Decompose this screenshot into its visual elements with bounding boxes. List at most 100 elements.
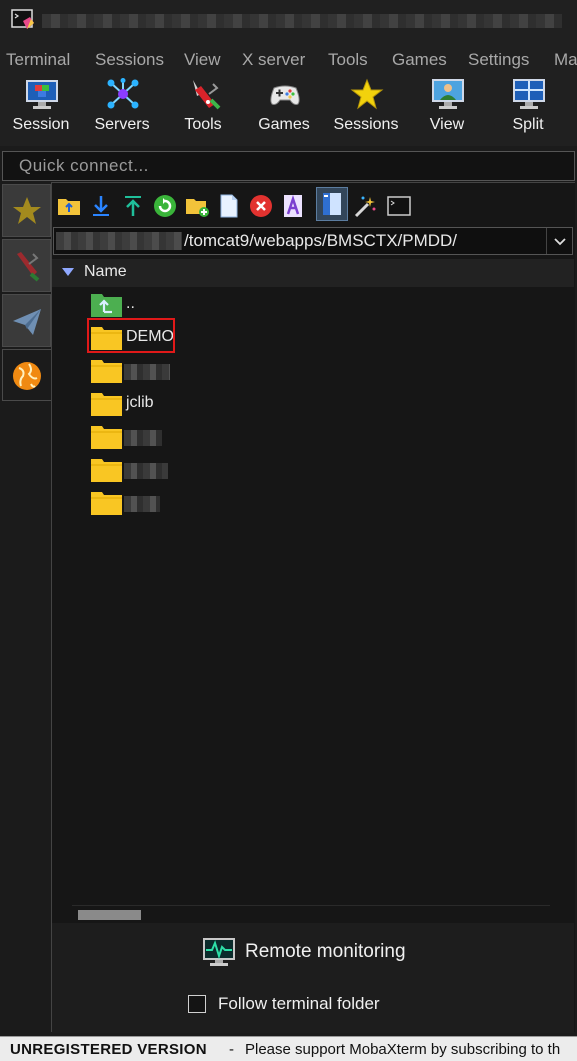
- unregistered-version-text[interactable]: UNREGISTERED VERSION: [10, 1041, 207, 1058]
- list-item-jclib[interactable]: jclib: [90, 387, 390, 419]
- tab-sftp[interactable]: [2, 349, 51, 401]
- view-icon: [432, 79, 464, 109]
- games-label: Games: [258, 116, 310, 133]
- tools-label: Tools: [184, 116, 222, 133]
- tools-icon: [193, 80, 221, 110]
- gamepad-icon: [270, 85, 300, 105]
- refresh-icon: [154, 195, 176, 217]
- list-item-parent[interactable]: ..: [90, 288, 390, 320]
- sessions-label: Sessions: [333, 116, 399, 133]
- folder-icon: [91, 426, 122, 449]
- status-bar: UNREGISTERED VERSION - Please support Mo…: [0, 1036, 577, 1061]
- session-label: Session: [12, 116, 70, 133]
- parent-directory-button[interactable]: [56, 193, 82, 219]
- upload-button[interactable]: [120, 193, 146, 219]
- support-message[interactable]: Please support MobaXterm by subscribing …: [245, 1041, 560, 1058]
- panel-icon: [323, 193, 341, 215]
- path-field[interactable]: /tomcat9/webapps/BMSCTX/PMDD/: [53, 227, 573, 255]
- download-icon: [93, 196, 109, 216]
- tools-icon: [17, 252, 40, 282]
- window-title-redacted: [42, 14, 562, 28]
- paper-plane-icon: [13, 309, 41, 335]
- folder-name: jclib: [126, 394, 154, 411]
- scrollbar-thumb[interactable]: [78, 910, 141, 920]
- star-icon: [350, 78, 384, 110]
- servers-label: Servers: [94, 116, 150, 133]
- folder-icon: [91, 492, 122, 515]
- magic-wand-icon: [354, 196, 376, 218]
- folder-name-redacted: [124, 364, 170, 380]
- folder-name-redacted: [124, 463, 168, 479]
- parent-label: ..: [126, 295, 135, 312]
- menu-view[interactable]: View: [184, 50, 221, 70]
- menu-games[interactable]: Games: [392, 50, 447, 70]
- horizontal-scrollbar[interactable]: [72, 905, 550, 920]
- toggle-panel-button[interactable]: [316, 187, 348, 221]
- globe-icon: [13, 362, 41, 390]
- refresh-button[interactable]: [152, 193, 178, 219]
- session-button[interactable]: Session: [1, 74, 81, 144]
- sort-descending-icon: [62, 268, 74, 276]
- new-file-button[interactable]: [216, 193, 242, 219]
- split-icon: [513, 79, 545, 109]
- list-item-redacted[interactable]: [90, 354, 390, 386]
- session-icon: [26, 80, 58, 109]
- status-separator: -: [229, 1041, 234, 1058]
- download-button[interactable]: [88, 193, 114, 219]
- path-prefix-redacted: [56, 232, 182, 250]
- name-column-header[interactable]: Name: [52, 259, 574, 287]
- new-folder-button[interactable]: [184, 193, 210, 219]
- panel-footer: Remote monitoring Follow terminal folder: [52, 923, 574, 1033]
- main-toolbar: Session Servers Tools Games Sessions Vie…: [0, 74, 577, 146]
- view-label: View: [429, 116, 465, 133]
- folder-name-redacted: [124, 430, 162, 446]
- star-icon: [13, 197, 41, 224]
- servers-icon: [107, 78, 139, 109]
- folder-name-redacted: [124, 496, 160, 512]
- chevron-down-icon: [554, 238, 566, 246]
- new-file-icon: [220, 194, 238, 218]
- menu-macros[interactable]: Ma: [554, 50, 577, 70]
- split-label: Split: [512, 116, 544, 133]
- list-item-redacted[interactable]: [90, 486, 390, 518]
- sftp-panel: /tomcat9/webapps/BMSCTX/PMDD/ Name .. DE…: [51, 182, 575, 1033]
- folder-icon: [91, 459, 122, 482]
- folder-up-icon: [58, 199, 80, 215]
- folder-icon: [91, 393, 122, 416]
- tab-tools[interactable]: [2, 239, 51, 292]
- delete-button[interactable]: [248, 193, 274, 219]
- menu-x-server[interactable]: X server: [242, 50, 305, 70]
- menu-bar: Terminal Sessions View X server Tools Ga…: [0, 44, 577, 74]
- terminal-icon: [387, 196, 411, 216]
- menu-settings[interactable]: Settings: [468, 50, 529, 70]
- games-button[interactable]: Games: [244, 74, 324, 144]
- follow-terminal-checkbox[interactable]: [188, 995, 206, 1013]
- sessions-button[interactable]: Sessions: [326, 74, 406, 144]
- list-item-redacted[interactable]: [90, 453, 390, 485]
- parent-folder-icon: [91, 294, 122, 317]
- rename-button[interactable]: [280, 193, 306, 219]
- view-button[interactable]: View: [407, 74, 487, 144]
- open-with-button[interactable]: [352, 193, 378, 219]
- list-item-redacted[interactable]: [90, 420, 390, 452]
- menu-sessions[interactable]: Sessions: [95, 50, 164, 70]
- quick-connect-input[interactable]: Quick connect...: [2, 151, 575, 181]
- tab-macros[interactable]: [2, 294, 51, 347]
- path-dropdown-button[interactable]: [546, 228, 572, 254]
- open-terminal-button[interactable]: [386, 193, 412, 219]
- side-tabs: [0, 182, 52, 1032]
- column-name-label: Name: [84, 263, 127, 280]
- selection-highlight-box: [87, 318, 175, 353]
- menu-tools[interactable]: Tools: [328, 50, 368, 70]
- delete-icon: [250, 195, 272, 217]
- mobaxterm-app-icon[interactable]: [11, 9, 35, 31]
- split-button[interactable]: Split: [488, 74, 568, 144]
- path-text: /tomcat9/webapps/BMSCTX/PMDD/: [184, 231, 458, 250]
- servers-button[interactable]: Servers: [82, 74, 162, 144]
- menu-terminal[interactable]: Terminal: [6, 50, 70, 70]
- follow-terminal-label: Follow terminal folder: [218, 994, 380, 1013]
- monitor-icon: [203, 938, 235, 966]
- tools-button[interactable]: Tools: [163, 74, 243, 144]
- tab-sessions[interactable]: [2, 184, 51, 237]
- remote-monitoring-label: Remote monitoring: [245, 941, 406, 962]
